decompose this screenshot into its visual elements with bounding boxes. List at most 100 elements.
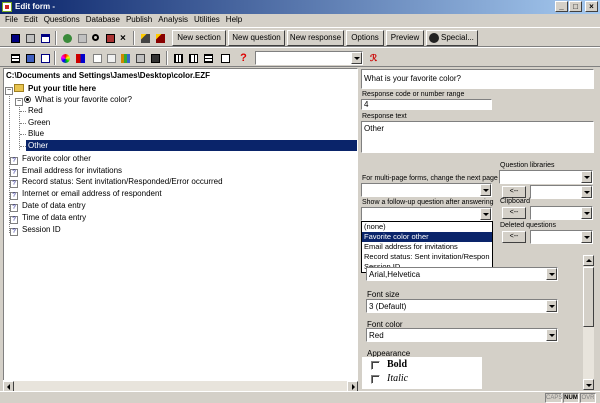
save-icon[interactable] <box>8 31 22 45</box>
new-section-button[interactable]: New section <box>172 30 226 46</box>
followup-option[interactable]: (none) <box>362 222 492 232</box>
followup-option[interactable]: Email address for invitations <box>362 242 492 252</box>
followup-select[interactable] <box>361 207 492 221</box>
color-palette-icon[interactable] <box>58 51 72 65</box>
image-icon[interactable] <box>133 51 147 65</box>
question-icon: ? <box>10 228 18 236</box>
tree-item[interactable]: ? Time of data entry <box>10 212 88 224</box>
font-face-select[interactable]: Arial,Helvetica <box>366 267 558 281</box>
clipboard-select[interactable] <box>530 206 593 220</box>
response-code-field[interactable]: 4 <box>361 99 492 110</box>
menu-edit[interactable]: Edit <box>22 14 42 26</box>
menu-help[interactable]: Help <box>224 14 246 26</box>
columns-icon[interactable] <box>171 51 185 65</box>
chart-icon[interactable] <box>118 51 132 65</box>
question-libraries-select[interactable] <box>499 170 593 184</box>
special-label: Special... <box>441 33 474 42</box>
bold-label: Bold <box>387 359 408 370</box>
followup-dropdown-list[interactable]: (none) Favorite color other Email addres… <box>361 221 493 273</box>
bold-checkbox[interactable] <box>371 361 380 370</box>
wand-icon[interactable] <box>138 31 152 45</box>
collapse-icon[interactable]: − <box>15 98 23 106</box>
tree-item[interactable]: ? Date of data entry <box>10 200 88 212</box>
ovr-indicator: OVR <box>580 393 596 403</box>
next-page-select[interactable] <box>361 183 492 197</box>
tree-horizontal-scrollbar[interactable] <box>3 380 358 392</box>
edit-icon[interactable] <box>104 51 118 65</box>
font-color-select[interactable]: Red <box>366 328 558 342</box>
list-icon[interactable] <box>90 51 104 65</box>
italic-checkbox[interactable] <box>371 375 380 384</box>
menu-utilities[interactable]: Utilities <box>192 14 224 26</box>
options-button[interactable]: Options <box>346 30 384 46</box>
question-libraries-label: Question libraries <box>500 162 555 169</box>
menu-file[interactable]: File <box>3 14 22 26</box>
menu-bar: File Edit Questions Database Publish Ana… <box>0 14 600 26</box>
file-path: C:\Documents and Settings\James\Desktop\… <box>6 71 211 80</box>
scroll-up-button[interactable] <box>583 255 594 266</box>
new-response-button[interactable]: New response <box>287 30 344 46</box>
cut-icon[interactable] <box>89 31 103 45</box>
layout-icon[interactable] <box>38 51 52 65</box>
shapes-icon[interactable] <box>73 51 87 65</box>
deleted-insert-button[interactable]: <-- <box>502 231 526 243</box>
close-button[interactable]: × <box>585 1 598 12</box>
tree-item[interactable]: ? Email address for invitations <box>10 165 124 177</box>
help-icon[interactable]: ? <box>236 51 250 65</box>
deleted-questions-select[interactable] <box>530 230 593 244</box>
rows-icon[interactable] <box>186 51 200 65</box>
collapse-icon[interactable]: − <box>5 87 13 95</box>
minimize-button[interactable]: _ <box>555 1 568 12</box>
maximize-button[interactable]: □ <box>569 1 582 12</box>
font-size-select[interactable]: 3 (Default) <box>366 299 558 313</box>
menu-publish[interactable]: Publish <box>124 14 156 26</box>
scroll-thumb[interactable] <box>583 267 594 327</box>
delete-icon[interactable]: × <box>117 31 131 45</box>
style-dropdown[interactable] <box>255 51 363 65</box>
special-button[interactable]: Special... <box>426 30 478 46</box>
folder-icon <box>14 84 24 92</box>
panel-vertical-scrollbar[interactable] <box>583 255 594 390</box>
tree-title-node[interactable]: − Put your title here <box>5 83 98 95</box>
tree-item[interactable]: ? Internet or email address of respondent <box>10 188 164 200</box>
print-icon[interactable] <box>23 31 37 45</box>
library-insert-button[interactable]: <-- <box>502 186 526 198</box>
undo-icon[interactable] <box>60 31 74 45</box>
redo-icon[interactable] <box>75 31 89 45</box>
question-icon: ? <box>10 216 18 224</box>
new-question-button[interactable]: New question <box>228 30 285 46</box>
clipboard-insert-button[interactable]: <-- <box>502 207 526 219</box>
menu-questions[interactable]: Questions <box>42 14 84 26</box>
menu-database[interactable]: Database <box>84 14 124 26</box>
pen-icon[interactable] <box>153 31 167 45</box>
followup-option-selected[interactable]: Favorite color other <box>362 232 492 242</box>
table-icon[interactable] <box>23 51 37 65</box>
tree-item[interactable]: ? Record status: Sent invitation/Responde… <box>10 176 225 188</box>
tree-question-node[interactable]: − What is your favorite color? <box>15 94 134 106</box>
response-text-field[interactable]: Other <box>361 121 594 153</box>
question-text-field[interactable]: What is your favorite color? <box>361 69 594 89</box>
menu-analysis[interactable]: Analysis <box>156 14 192 26</box>
preview-button[interactable]: Preview <box>386 30 424 46</box>
grid-icon[interactable] <box>8 51 22 65</box>
person-icon[interactable] <box>148 51 162 65</box>
align-icon[interactable] <box>201 51 215 65</box>
text-icon[interactable] <box>218 51 232 65</box>
font-size-label: Font size <box>367 290 400 299</box>
tree-item[interactable]: ? Favorite color other <box>10 153 93 165</box>
form-tree[interactable]: C:\Documents and Settings\James\Desktop\… <box>3 68 358 390</box>
copy-icon[interactable] <box>103 31 117 45</box>
tree-response-red[interactable]: Red <box>26 105 45 116</box>
status-bar: CAPS NUM OVR <box>0 391 600 403</box>
special-icon <box>429 33 439 43</box>
num-indicator: NUM <box>563 393 579 403</box>
library-items-select[interactable] <box>530 185 593 199</box>
spell-check-icon[interactable]: ℛ <box>367 51 381 65</box>
scroll-down-button[interactable] <box>583 379 594 390</box>
window-icon[interactable] <box>38 31 52 45</box>
tree-item[interactable]: ? Session ID <box>10 224 63 236</box>
tree-response-green[interactable]: Green <box>26 117 52 128</box>
tree-response-blue[interactable]: Blue <box>26 128 46 139</box>
tree-response-other[interactable]: Other <box>26 140 357 151</box>
followup-option[interactable]: Record status: Sent invitation/Respon <box>362 252 492 262</box>
